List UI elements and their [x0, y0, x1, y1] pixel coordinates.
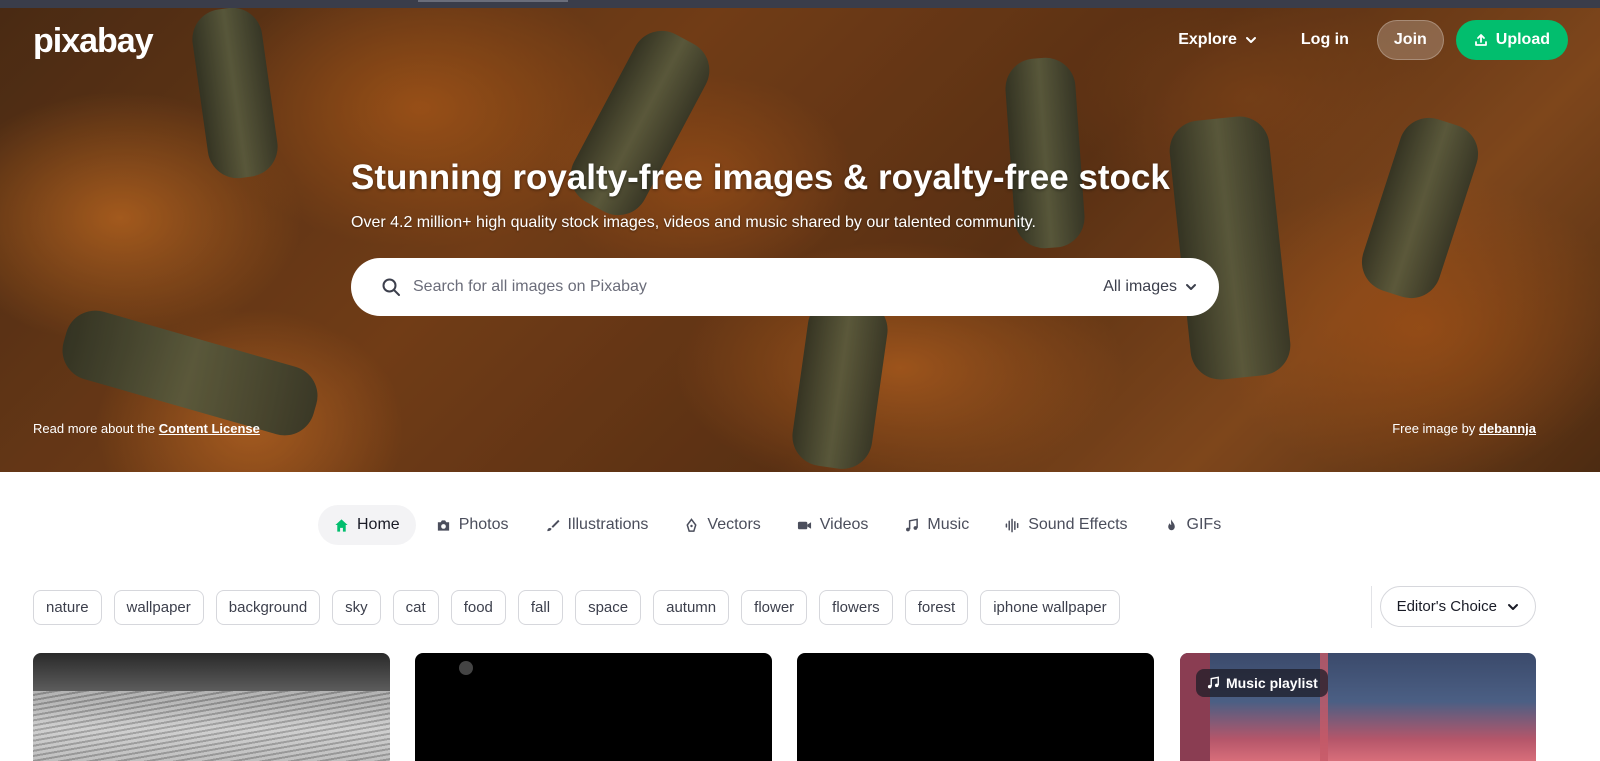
hero-title: Stunning royalty-free images & royalty-f…: [351, 158, 1170, 197]
tab-gifs[interactable]: GIFs: [1148, 505, 1238, 545]
sort-dropdown[interactable]: Editor's Choice: [1379, 586, 1536, 627]
camera-icon: [437, 519, 449, 531]
tab-label: Illustrations: [567, 516, 649, 533]
tab-label: Music: [927, 516, 970, 533]
tab-label: Photos: [458, 516, 509, 533]
join-button[interactable]: Join: [1376, 20, 1444, 60]
tab-vectors[interactable]: Vectors: [668, 505, 776, 545]
sort-label: Editor's Choice: [1396, 598, 1497, 615]
tab-videos[interactable]: Videos: [781, 505, 885, 545]
image-card-dark[interactable]: [415, 653, 772, 761]
tag-chip[interactable]: flower: [741, 590, 808, 625]
top-nav: Explore Log in Join Upload: [1162, 20, 1568, 60]
search-type-dropdown[interactable]: All images: [1103, 278, 1197, 296]
tab-home[interactable]: Home: [318, 505, 416, 545]
tab-label: Vectors: [707, 516, 761, 533]
media-type-tabs: Home Photos Illustrations Vectors Videos…: [318, 505, 1237, 545]
search-bar[interactable]: Search for all images on Pixabay All ima…: [351, 258, 1219, 316]
flame-icon: [1167, 518, 1175, 530]
tab-illustrations[interactable]: Illustrations: [529, 505, 665, 545]
tab-photos[interactable]: Photos: [420, 505, 525, 545]
pixabay-logo[interactable]: pixabay: [33, 22, 154, 61]
tab-label: Sound Effects: [1028, 516, 1128, 533]
tag-chip[interactable]: wallpaper: [113, 590, 204, 625]
music-playlist-badge: Music playlist: [1196, 669, 1328, 697]
author-link[interactable]: debannja: [1479, 421, 1536, 436]
video-camera-icon: [797, 521, 811, 529]
upload-icon: [1474, 34, 1487, 46]
playlist-label: Music playlist: [1226, 675, 1318, 691]
tag-chip[interactable]: nature: [33, 590, 102, 625]
upload-button[interactable]: Upload: [1455, 20, 1568, 60]
tag-chip[interactable]: sky: [332, 590, 381, 625]
image-card-book[interactable]: [33, 653, 390, 761]
upload-label: Upload: [1495, 31, 1550, 48]
music-note-icon: [1207, 676, 1219, 689]
bokeh-dot: [459, 661, 473, 675]
chevron-down-icon: [1186, 284, 1196, 290]
home-icon: [335, 518, 348, 532]
search-input[interactable]: Search for all images on Pixabay: [413, 278, 1103, 296]
hero-subtitle: Over 4.2 million+ high quality stock ima…: [351, 214, 1036, 231]
tag-chip[interactable]: iphone wallpaper: [980, 590, 1120, 625]
tab-label: GIFs: [1186, 516, 1222, 533]
music-playlist-card[interactable]: Music playlist: [1180, 653, 1536, 761]
chips-divider: [1371, 586, 1372, 628]
license-credit-prefix: Read more about the: [33, 421, 156, 436]
book-pages: [33, 691, 390, 761]
tab-label: Home: [357, 516, 400, 533]
tab-music[interactable]: Music: [888, 505, 985, 545]
tag-chip[interactable]: background: [215, 590, 321, 625]
tab-label: Videos: [819, 516, 869, 533]
tag-chip[interactable]: space: [575, 590, 642, 625]
license-credit: Read more about the Content License: [33, 421, 260, 436]
image-card-black[interactable]: [797, 653, 1154, 761]
image-credit: Free image by debannja: [1392, 421, 1536, 436]
explore-menu[interactable]: Explore: [1162, 21, 1273, 59]
image-credit-prefix: Free image by: [1392, 421, 1476, 436]
sound-wave-icon: [1005, 518, 1019, 532]
content-license-link[interactable]: Content License: [159, 421, 260, 436]
login-link[interactable]: Log in: [1285, 21, 1365, 59]
tag-chips: nature wallpaper background sky cat food…: [33, 590, 1120, 625]
tag-chip[interactable]: forest: [904, 590, 969, 625]
search-type-label: All images: [1103, 278, 1177, 295]
tag-chip[interactable]: autumn: [653, 590, 730, 625]
tab-sound-effects[interactable]: Sound Effects: [989, 505, 1143, 545]
hero-banner: [0, 8, 1600, 472]
tag-chip[interactable]: food: [450, 590, 506, 625]
pen-nib-icon: [686, 517, 697, 532]
browser-tab-highlight: [418, 0, 568, 2]
tag-chip[interactable]: flowers: [819, 590, 893, 625]
tag-chip[interactable]: cat: [392, 590, 439, 625]
search-icon: [382, 278, 400, 296]
music-note-icon: [906, 518, 919, 531]
tag-chip[interactable]: fall: [517, 590, 564, 625]
browser-top-strip: [0, 0, 1600, 8]
brush-icon: [546, 519, 560, 531]
explore-label: Explore: [1178, 31, 1237, 48]
chevron-down-icon: [1245, 37, 1256, 43]
chevron-down-icon: [1508, 603, 1518, 610]
hero-overlay: [0, 8, 1600, 472]
